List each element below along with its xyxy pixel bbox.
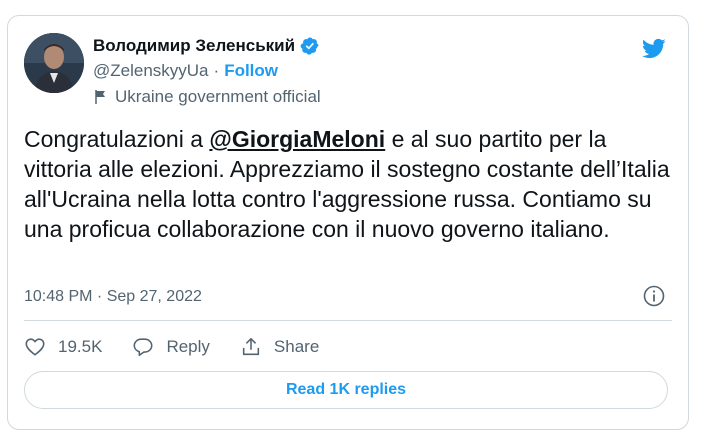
author-handle-row: @ZelenskyyUa · Follow <box>93 61 278 81</box>
share-label: Share <box>273 337 320 356</box>
heart-icon <box>25 338 45 356</box>
divider <box>24 320 672 321</box>
follow-link[interactable]: Follow <box>224 61 278 81</box>
timestamp[interactable]: 10:48 PM · Sep 27, 2022 <box>24 288 202 306</box>
tweet-text-before: Congratulazioni a <box>24 126 210 152</box>
like-button[interactable]: 19.5K <box>24 336 102 358</box>
avatar[interactable] <box>24 33 84 93</box>
flag-icon <box>95 90 105 104</box>
twitter-bird-icon[interactable] <box>639 36 668 61</box>
reply-label: Reply <box>166 337 210 356</box>
author-name[interactable]: Володимир Зеленський <box>93 36 295 56</box>
tweet-card: Володимир Зеленський @ZelenskyyUa · Foll… <box>7 15 689 430</box>
author-handle[interactable]: @ZelenskyyUa <box>93 61 209 81</box>
likes-count: 19.5K <box>58 337 103 356</box>
reply-icon <box>133 338 153 357</box>
verified-badge-icon <box>300 37 319 55</box>
separator-dot: · <box>213 61 220 80</box>
read-replies-button[interactable]: Read 1K replies <box>24 371 668 409</box>
tweet-text: Congratulazioni a @GiorgiaMeloni e al su… <box>24 124 674 244</box>
info-icon[interactable] <box>642 284 666 308</box>
reply-button[interactable]: Reply <box>132 336 210 358</box>
mention-link[interactable]: @GiorgiaMeloni <box>209 126 385 152</box>
account-label: Ukraine government official <box>115 87 321 106</box>
author-name-row: Володимир Зеленський <box>93 36 320 56</box>
action-bar: 19.5K Reply Share <box>24 336 349 358</box>
share-icon <box>242 337 260 356</box>
share-button[interactable]: Share <box>240 336 319 358</box>
account-label-row: Ukraine government official <box>93 87 321 107</box>
